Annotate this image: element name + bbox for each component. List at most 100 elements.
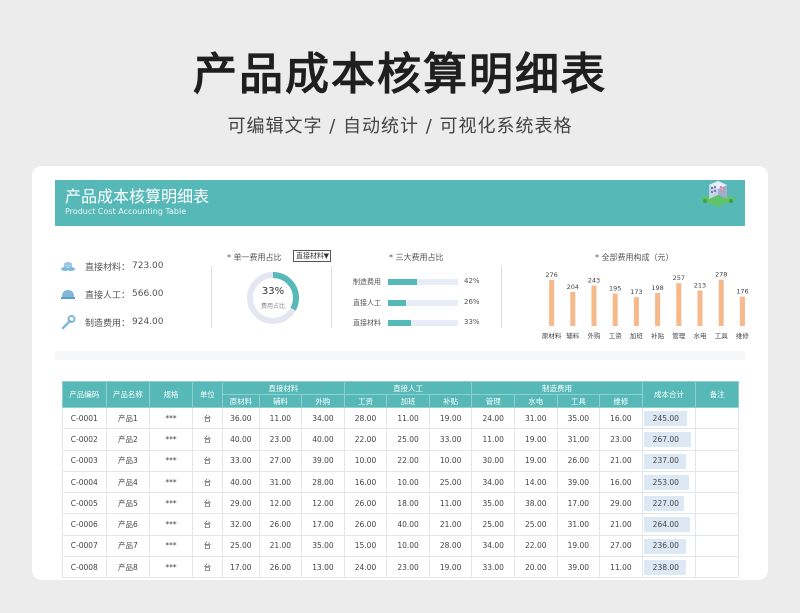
cell-code[interactable]: C-0005 bbox=[62, 492, 107, 515]
cell-total[interactable]: 237.00 bbox=[641, 449, 697, 472]
cell-value[interactable]: 19.00 bbox=[513, 449, 558, 472]
cell-value[interactable]: 16.00 bbox=[599, 470, 643, 494]
cell-value[interactable]: 34.00 bbox=[471, 470, 515, 494]
cell-value[interactable]: 24.00 bbox=[343, 556, 388, 579]
cell-total[interactable]: 245.00 bbox=[641, 406, 697, 430]
cell-total[interactable]: 236.00 bbox=[641, 534, 697, 558]
cell-code[interactable]: C-0004 bbox=[62, 470, 107, 494]
table-row[interactable]: C-0001 产品1 *** 台 36.00 11.00 34.00 28.00 11.00 19… bbox=[62, 406, 739, 430]
cell-value[interactable]: 17.00 bbox=[222, 556, 260, 579]
cell-value[interactable]: 34.00 bbox=[471, 534, 515, 558]
cell-value[interactable]: 35.00 bbox=[301, 534, 345, 558]
table-row[interactable]: C-0002 产品2 *** 台 40.00 23.00 40.00 22.00 25.00 33… bbox=[62, 428, 739, 451]
cell-value[interactable]: 31.00 bbox=[258, 470, 303, 494]
cell-value[interactable]: 35.00 bbox=[556, 406, 601, 430]
cell-value[interactable]: 23.00 bbox=[258, 428, 303, 451]
cell-unit[interactable]: 台 bbox=[191, 406, 224, 430]
cell-value[interactable]: 20.00 bbox=[513, 556, 558, 579]
cell-code[interactable]: C-0003 bbox=[62, 449, 107, 472]
cell-value[interactable]: 14.00 bbox=[513, 470, 558, 494]
cell-value[interactable]: 34.00 bbox=[301, 406, 345, 430]
cell-spec[interactable]: *** bbox=[149, 513, 193, 536]
cell-value[interactable]: 39.00 bbox=[301, 449, 345, 472]
cell-value[interactable]: 13.00 bbox=[301, 556, 345, 579]
cell-value[interactable]: 21.00 bbox=[258, 534, 303, 558]
cell-code[interactable]: C-0007 bbox=[62, 534, 107, 558]
cell-value[interactable]: 26.00 bbox=[258, 556, 303, 579]
cell-note[interactable] bbox=[695, 449, 739, 472]
cell-value[interactable]: 38.00 bbox=[513, 492, 558, 515]
cell-value[interactable]: 40.00 bbox=[386, 513, 430, 536]
cell-value[interactable]: 11.00 bbox=[471, 428, 515, 451]
cell-value[interactable]: 39.00 bbox=[556, 470, 601, 494]
cell-value[interactable]: 21.00 bbox=[428, 513, 473, 536]
table-row[interactable]: C-0008 产品8 *** 台 17.00 26.00 13.00 24.00 23.00 19… bbox=[62, 556, 739, 579]
cell-value[interactable]: 26.00 bbox=[343, 513, 388, 536]
cell-spec[interactable]: *** bbox=[149, 534, 193, 558]
cell-name[interactable]: 产品4 bbox=[105, 470, 151, 494]
cell-value[interactable]: 40.00 bbox=[301, 428, 345, 451]
cell-value[interactable]: 11.00 bbox=[258, 406, 303, 430]
cell-unit[interactable]: 台 bbox=[191, 428, 224, 451]
cell-unit[interactable]: 台 bbox=[191, 492, 224, 515]
cell-value[interactable]: 19.00 bbox=[513, 428, 558, 451]
cell-value[interactable]: 24.00 bbox=[471, 406, 515, 430]
cell-value[interactable]: 26.00 bbox=[258, 513, 303, 536]
cell-name[interactable]: 产品1 bbox=[105, 406, 151, 430]
cell-value[interactable]: 12.00 bbox=[301, 492, 345, 515]
cell-name[interactable]: 产品3 bbox=[105, 449, 151, 472]
cell-spec[interactable]: *** bbox=[149, 449, 193, 472]
cell-value[interactable]: 30.00 bbox=[471, 449, 515, 472]
cell-spec[interactable]: *** bbox=[149, 428, 193, 451]
cell-value[interactable]: 40.00 bbox=[222, 428, 260, 451]
cell-code[interactable]: C-0006 bbox=[62, 513, 107, 536]
chevron-down-icon[interactable]: ▼ bbox=[324, 251, 329, 261]
cell-value[interactable]: 16.00 bbox=[599, 406, 643, 430]
cell-value[interactable]: 28.00 bbox=[343, 406, 388, 430]
cell-value[interactable]: 33.00 bbox=[222, 449, 260, 472]
cell-total[interactable]: 227.00 bbox=[641, 492, 697, 515]
cell-value[interactable]: 25.00 bbox=[471, 513, 515, 536]
cell-unit[interactable]: 台 bbox=[191, 513, 224, 536]
cell-note[interactable] bbox=[695, 406, 739, 430]
table-row[interactable]: C-0004 产品4 *** 台 40.00 31.00 28.00 16.00 10.00 25… bbox=[62, 470, 739, 494]
cell-value[interactable]: 11.00 bbox=[428, 492, 473, 515]
cell-code[interactable]: C-0008 bbox=[62, 556, 107, 579]
cell-name[interactable]: 产品2 bbox=[105, 428, 151, 451]
cell-value[interactable]: 33.00 bbox=[428, 428, 473, 451]
cell-value[interactable]: 17.00 bbox=[556, 492, 601, 515]
cell-value[interactable]: 26.00 bbox=[343, 492, 388, 515]
table-row[interactable]: C-0007 产品7 *** 台 25.00 21.00 35.00 15.00 10.00 28… bbox=[62, 534, 739, 558]
cell-value[interactable]: 10.00 bbox=[428, 449, 473, 472]
cell-value[interactable]: 22.00 bbox=[386, 449, 430, 472]
cell-value[interactable]: 21.00 bbox=[599, 449, 643, 472]
cell-unit[interactable]: 台 bbox=[191, 470, 224, 494]
cell-value[interactable]: 27.00 bbox=[599, 534, 643, 558]
cell-value[interactable]: 16.00 bbox=[343, 470, 388, 494]
cell-value[interactable]: 19.00 bbox=[428, 406, 473, 430]
cell-value[interactable]: 22.00 bbox=[343, 428, 388, 451]
cell-value[interactable]: 25.00 bbox=[513, 513, 558, 536]
cell-value[interactable]: 15.00 bbox=[343, 534, 388, 558]
cell-spec[interactable]: *** bbox=[149, 492, 193, 515]
cell-name[interactable]: 产品6 bbox=[105, 513, 151, 536]
cell-total[interactable]: 267.00 bbox=[641, 428, 697, 451]
cell-value[interactable]: 33.00 bbox=[471, 556, 515, 579]
cell-unit[interactable]: 台 bbox=[191, 534, 224, 558]
cell-value[interactable]: 29.00 bbox=[599, 492, 643, 515]
cell-value[interactable]: 10.00 bbox=[386, 470, 430, 494]
cell-code[interactable]: C-0002 bbox=[62, 428, 107, 451]
cell-value[interactable]: 39.00 bbox=[556, 556, 601, 579]
table-row[interactable]: C-0005 产品5 *** 台 29.00 12.00 12.00 26.00 18.00 11… bbox=[62, 492, 739, 515]
cell-name[interactable]: 产品8 bbox=[105, 556, 151, 579]
cell-value[interactable]: 27.00 bbox=[258, 449, 303, 472]
cell-value[interactable]: 25.00 bbox=[386, 428, 430, 451]
cell-value[interactable]: 19.00 bbox=[428, 556, 473, 579]
cell-note[interactable] bbox=[695, 470, 739, 494]
cell-value[interactable]: 31.00 bbox=[556, 428, 601, 451]
cell-spec[interactable]: *** bbox=[149, 556, 193, 579]
cell-value[interactable]: 35.00 bbox=[471, 492, 515, 515]
cell-value[interactable]: 25.00 bbox=[428, 470, 473, 494]
table-row[interactable]: C-0003 产品3 *** 台 33.00 27.00 39.00 10.00 22.00 10… bbox=[62, 449, 739, 472]
cell-note[interactable] bbox=[695, 556, 739, 579]
